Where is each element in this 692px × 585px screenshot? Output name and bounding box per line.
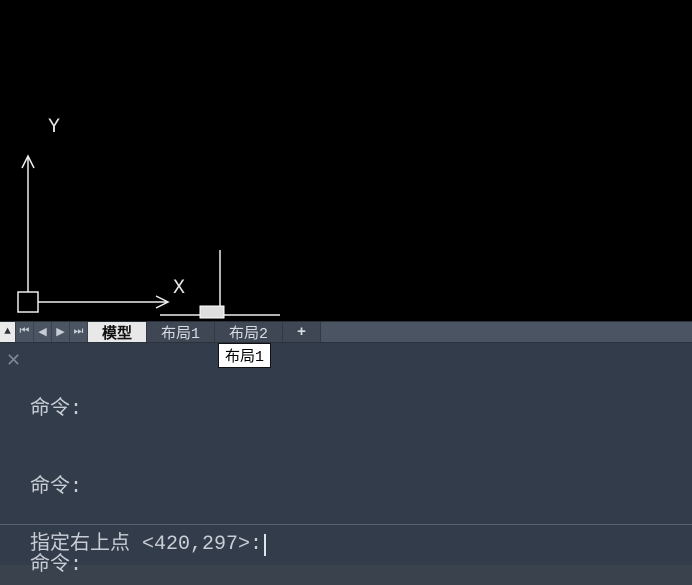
command-history-line: 命令: (30, 397, 690, 423)
tab-menu-up-icon[interactable]: ▲ (0, 322, 16, 342)
drawing-viewport[interactable]: Y X (0, 0, 692, 321)
command-panel: ✕ 命令: 命令: 命令: 命令: 命令: LIMITS 指定左下点或限界 [开… (0, 343, 692, 565)
layout-tabstrip: ▲ ⏮ ◀ ▶ ⏭ 模型 布局1 布局2 + (0, 321, 692, 343)
tab-first-icon[interactable]: ⏮ (16, 322, 34, 342)
tab-last-icon[interactable]: ⏭ (70, 322, 88, 342)
ucs-y-label: Y (48, 116, 60, 139)
tab-tooltip: 布局1 (218, 343, 271, 368)
tab-prev-icon[interactable]: ◀ (34, 322, 52, 342)
command-history: 命令: 命令: 命令: 命令: 命令: LIMITS 指定左下点或限界 [开(O… (0, 343, 692, 525)
tab-add-button[interactable]: + (283, 322, 321, 342)
tab-model[interactable]: 模型 (88, 322, 147, 342)
command-input[interactable] (266, 534, 692, 557)
crosshair-cursor (160, 260, 280, 340)
tab-next-icon[interactable]: ▶ (52, 322, 70, 342)
command-history-line: 命令: (30, 475, 690, 501)
command-line[interactable]: 指定右上点 <420,297>: (0, 525, 692, 565)
close-icon[interactable]: ✕ (6, 349, 21, 375)
command-prompt: 指定右上点 <420,297>: (30, 532, 262, 558)
